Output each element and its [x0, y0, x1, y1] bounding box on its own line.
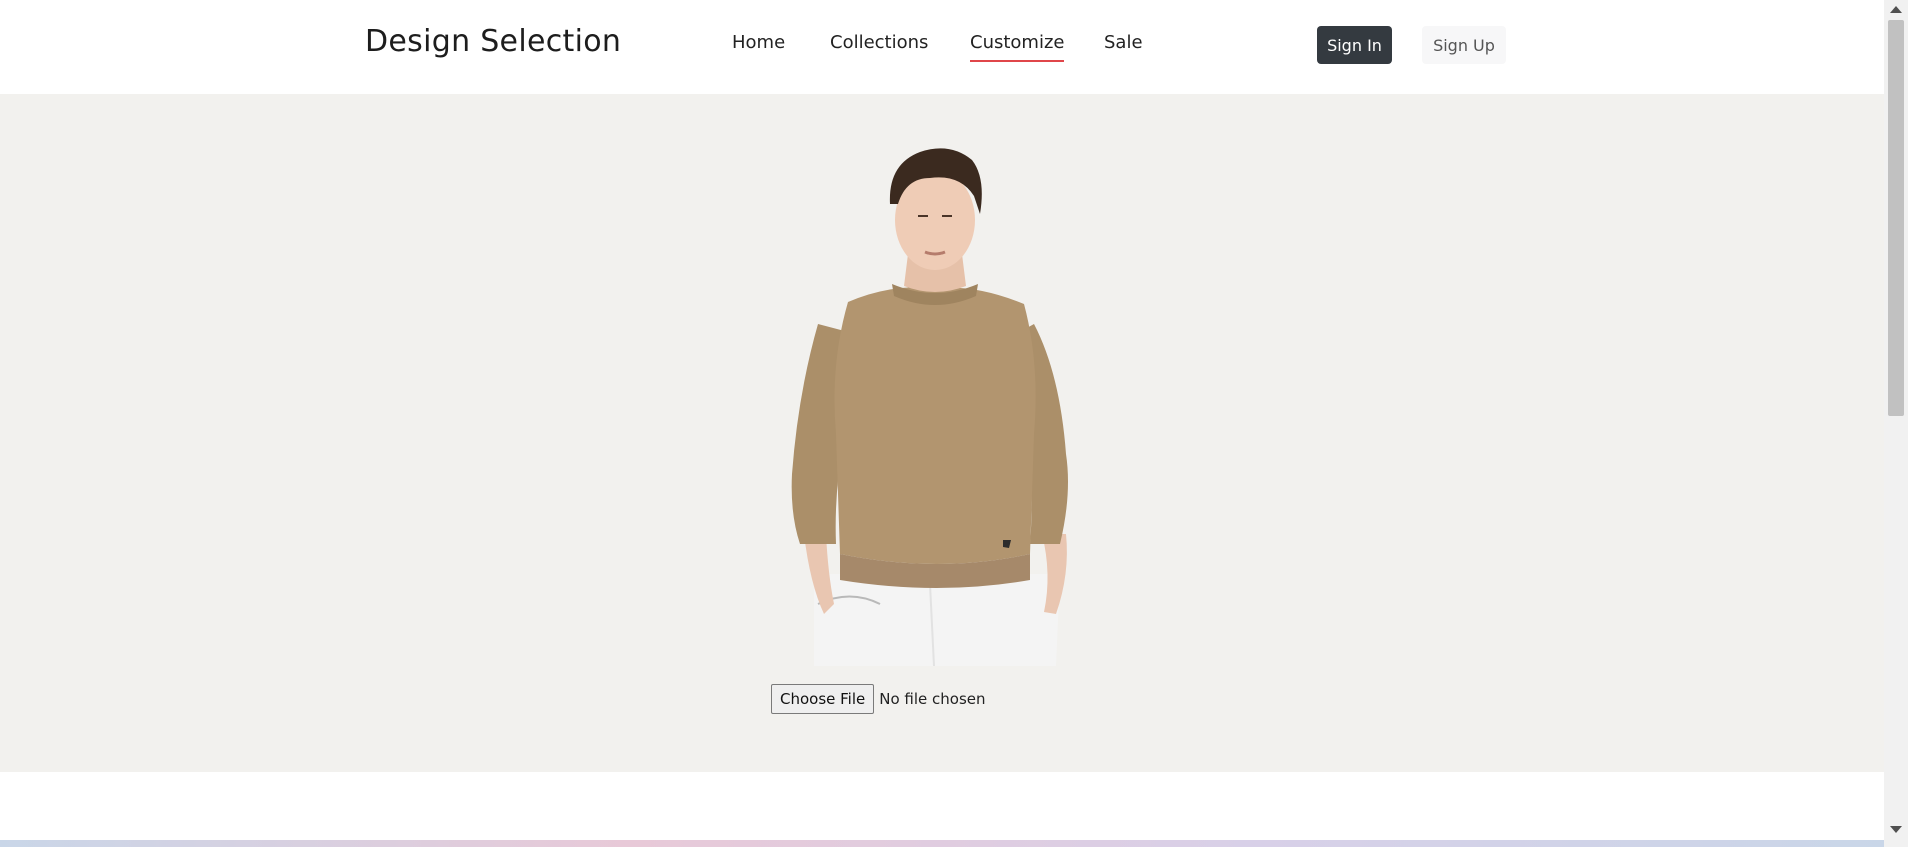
product-model-image	[791, 148, 1068, 666]
scroll-up-icon[interactable]	[1890, 6, 1902, 13]
file-status-text: No file chosen	[879, 690, 986, 708]
nav-home[interactable]: Home	[732, 32, 785, 53]
nav-sale[interactable]: Sale	[1104, 32, 1143, 53]
site-header: Design Selection Home Collections Custom…	[0, 0, 1884, 94]
sign-up-button[interactable]: Sign Up	[1422, 26, 1506, 64]
scroll-thumb[interactable]	[1888, 20, 1904, 416]
file-upload[interactable]: Choose File No file chosen	[771, 684, 986, 714]
vertical-scrollbar[interactable]	[1884, 0, 1908, 847]
nav-collections[interactable]: Collections	[830, 32, 928, 53]
brand-logo[interactable]: Design Selection	[365, 24, 621, 59]
customize-section: Choose File No file chosen	[0, 94, 1884, 772]
sign-in-button[interactable]: Sign In	[1317, 26, 1392, 64]
scroll-down-icon[interactable]	[1890, 826, 1902, 833]
choose-file-button[interactable]: Choose File	[771, 684, 875, 714]
nav-customize[interactable]: Customize	[970, 32, 1065, 62]
taskbar-edge	[0, 840, 1884, 847]
